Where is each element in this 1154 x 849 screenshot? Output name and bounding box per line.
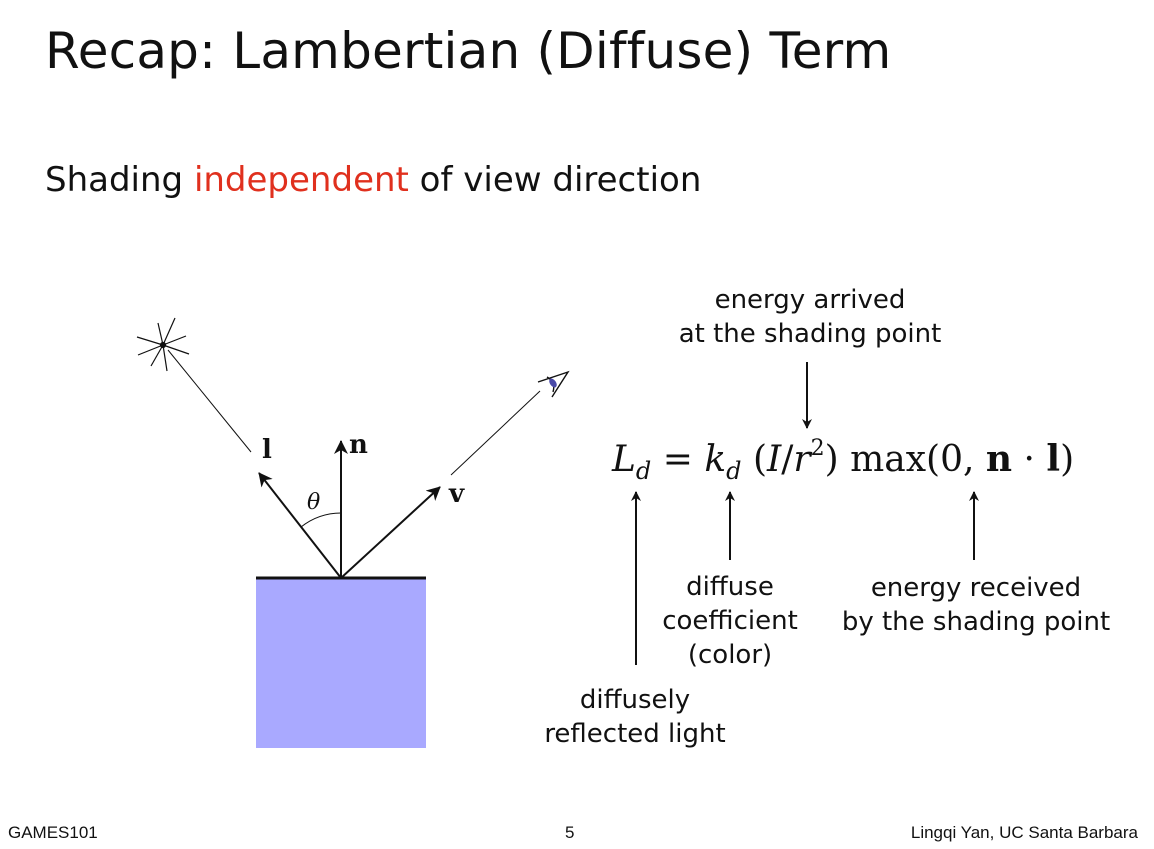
formula-max-close: ) [1060,439,1075,480]
surface-block [256,579,426,748]
light-ray [167,349,252,453]
light-source-icon [136,317,190,372]
annotation-diffusely-reflected: diffusely reflected light [525,683,745,751]
formula-sq: 2 [810,436,825,461]
energy-received-line2: by the shading point [841,607,1111,637]
formula-paren-open: ( [741,439,768,480]
formula-n: n [985,438,1013,480]
energy-received-line1: energy received [870,573,1082,603]
formula-l: l [1046,438,1061,480]
formula-equals: = [651,439,705,480]
formula-paren-close: ) [824,439,851,480]
diffusely-line1: diffusely [579,685,691,715]
annotation-energy-arrived: energy arrived at the shading point [660,283,960,351]
light-vector [258,472,342,579]
energy-arrived-line1: energy arrived [714,285,906,315]
label-l: l [262,435,272,465]
formula-max-open: max(0, [850,439,986,480]
eye-icon [537,370,570,398]
view-vector [340,486,441,579]
formula-slash: / [781,439,794,480]
formula-r: r [793,439,811,480]
formula-I: I [767,439,782,480]
formula-k-sub: d [726,457,742,485]
energy-arrived-line2: at the shading point [678,319,942,349]
formula-k: k [704,439,727,480]
diffusely-line2: reflected light [544,719,726,749]
formula-L-sub: d [635,457,652,485]
label-theta: θ [307,490,320,515]
formula-dot: · [1012,439,1047,480]
diffuse-coeff-line3: (color) [687,640,773,670]
formula-L: L [612,439,636,480]
footer-author: Lingqi Yan, UC Santa Barbara [910,823,1138,842]
diffuse-coeff-line2: coefficient [662,606,798,636]
diffuse-coeff-line1: diffuse [686,572,774,602]
lambert-formula: Ld = kd (I/r2) max(0, n · l) [612,436,1074,485]
annotation-energy-received: energy received by the shading point [836,571,1116,639]
annotation-diffuse-coefficient: diffuse coefficient (color) [640,570,820,672]
footer-page-number: 5 [565,823,575,842]
theta-arc [300,512,342,528]
label-n: n [349,430,368,460]
view-ray [450,390,541,476]
footer-course: GAMES101 [8,823,98,842]
label-v: v [448,479,465,509]
